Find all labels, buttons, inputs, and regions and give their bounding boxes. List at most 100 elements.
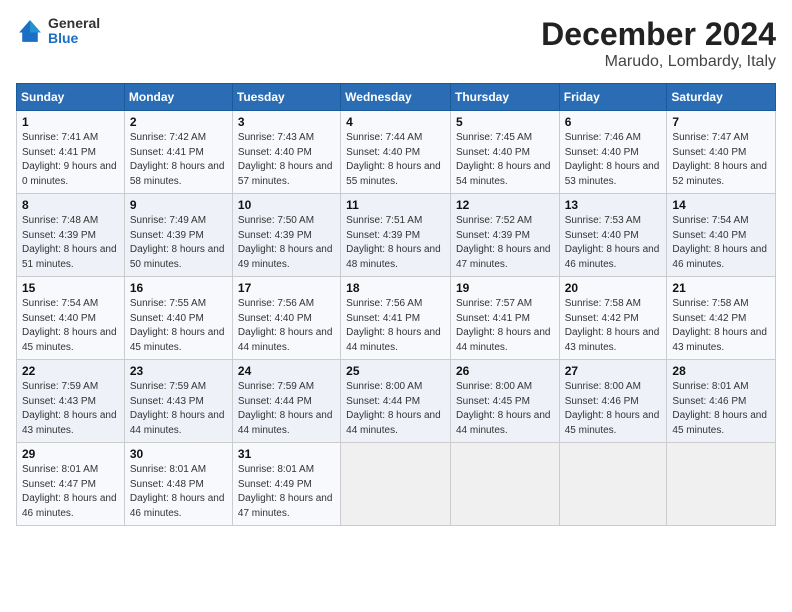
daylight-text: Daylight: 8 hours and 45 minutes. xyxy=(22,327,117,353)
sunrise-text: Sunrise: 7:46 AM xyxy=(565,132,641,143)
day-number: 20 xyxy=(565,281,662,295)
sunrise-text: Sunrise: 7:42 AM xyxy=(130,132,206,143)
daylight-text: Daylight: 8 hours and 46 minutes. xyxy=(130,493,225,519)
sunrise-text: Sunrise: 7:51 AM xyxy=(346,215,422,226)
daylight-text: Daylight: 8 hours and 44 minutes. xyxy=(238,410,333,436)
day-number: 6 xyxy=(565,115,662,129)
sunrise-text: Sunrise: 7:50 AM xyxy=(238,215,314,226)
calendar-cell: 24Sunrise: 7:59 AMSunset: 4:44 PMDayligh… xyxy=(232,360,340,443)
sunset-text: Sunset: 4:42 PM xyxy=(565,313,639,324)
sunset-text: Sunset: 4:44 PM xyxy=(346,396,420,407)
day-detail: Sunrise: 7:42 AMSunset: 4:41 PMDaylight:… xyxy=(130,131,227,189)
day-number: 16 xyxy=(130,281,227,295)
calendar-week-1: 1Sunrise: 7:41 AMSunset: 4:41 PMDaylight… xyxy=(17,111,776,194)
sunrise-text: Sunrise: 7:44 AM xyxy=(346,132,422,143)
calendar-cell xyxy=(559,443,667,526)
sunrise-text: Sunrise: 8:00 AM xyxy=(456,381,532,392)
sunset-text: Sunset: 4:43 PM xyxy=(22,396,96,407)
sunset-text: Sunset: 4:40 PM xyxy=(672,147,746,158)
weekday-tuesday: Tuesday xyxy=(232,84,340,111)
sunset-text: Sunset: 4:41 PM xyxy=(22,147,96,158)
sunset-text: Sunset: 4:40 PM xyxy=(565,147,639,158)
daylight-text: Daylight: 8 hours and 46 minutes. xyxy=(565,244,660,270)
daylight-text: Daylight: 8 hours and 46 minutes. xyxy=(672,244,767,270)
sunset-text: Sunset: 4:40 PM xyxy=(22,313,96,324)
calendar-week-3: 15Sunrise: 7:54 AMSunset: 4:40 PMDayligh… xyxy=(17,277,776,360)
calendar-cell: 23Sunrise: 7:59 AMSunset: 4:43 PMDayligh… xyxy=(124,360,232,443)
day-detail: Sunrise: 7:48 AMSunset: 4:39 PMDaylight:… xyxy=(22,214,119,272)
calendar-week-4: 22Sunrise: 7:59 AMSunset: 4:43 PMDayligh… xyxy=(17,360,776,443)
day-number: 13 xyxy=(565,198,662,212)
daylight-text: Daylight: 8 hours and 47 minutes. xyxy=(456,244,551,270)
day-number: 29 xyxy=(22,447,119,461)
sunset-text: Sunset: 4:40 PM xyxy=(130,313,204,324)
day-number: 24 xyxy=(238,364,335,378)
calendar-location: Marudo, Lombardy, Italy xyxy=(541,53,776,71)
sunset-text: Sunset: 4:40 PM xyxy=(346,147,420,158)
calendar-cell xyxy=(341,443,451,526)
day-detail: Sunrise: 7:43 AMSunset: 4:40 PMDaylight:… xyxy=(238,131,335,189)
calendar-week-5: 29Sunrise: 8:01 AMSunset: 4:47 PMDayligh… xyxy=(17,443,776,526)
day-detail: Sunrise: 7:46 AMSunset: 4:40 PMDaylight:… xyxy=(565,131,662,189)
sunrise-text: Sunrise: 8:01 AM xyxy=(130,464,206,475)
calendar-cell: 6Sunrise: 7:46 AMSunset: 4:40 PMDaylight… xyxy=(559,111,667,194)
calendar-cell: 4Sunrise: 7:44 AMSunset: 4:40 PMDaylight… xyxy=(341,111,451,194)
page-header: General Blue December 2024 Marudo, Lomba… xyxy=(16,16,776,71)
daylight-text: Daylight: 8 hours and 44 minutes. xyxy=(130,410,225,436)
day-number: 8 xyxy=(22,198,119,212)
sunset-text: Sunset: 4:39 PM xyxy=(130,230,204,241)
calendar-cell: 14Sunrise: 7:54 AMSunset: 4:40 PMDayligh… xyxy=(667,194,776,277)
day-number: 4 xyxy=(346,115,445,129)
day-number: 18 xyxy=(346,281,445,295)
day-number: 31 xyxy=(238,447,335,461)
daylight-text: Daylight: 9 hours and 0 minutes. xyxy=(22,161,117,187)
calendar-cell: 15Sunrise: 7:54 AMSunset: 4:40 PMDayligh… xyxy=(17,277,125,360)
day-number: 26 xyxy=(456,364,554,378)
daylight-text: Daylight: 8 hours and 45 minutes. xyxy=(672,410,767,436)
daylight-text: Daylight: 8 hours and 48 minutes. xyxy=(346,244,441,270)
day-detail: Sunrise: 7:56 AMSunset: 4:41 PMDaylight:… xyxy=(346,297,445,355)
sunset-text: Sunset: 4:40 PM xyxy=(238,313,312,324)
daylight-text: Daylight: 8 hours and 44 minutes. xyxy=(238,327,333,353)
calendar-cell: 2Sunrise: 7:42 AMSunset: 4:41 PMDaylight… xyxy=(124,111,232,194)
calendar-title-block: December 2024 Marudo, Lombardy, Italy xyxy=(541,16,776,71)
weekday-monday: Monday xyxy=(124,84,232,111)
calendar-body: 1Sunrise: 7:41 AMSunset: 4:41 PMDaylight… xyxy=(17,111,776,526)
calendar-cell: 3Sunrise: 7:43 AMSunset: 4:40 PMDaylight… xyxy=(232,111,340,194)
calendar-cell: 1Sunrise: 7:41 AMSunset: 4:41 PMDaylight… xyxy=(17,111,125,194)
weekday-saturday: Saturday xyxy=(667,84,776,111)
day-number: 5 xyxy=(456,115,554,129)
day-detail: Sunrise: 7:50 AMSunset: 4:39 PMDaylight:… xyxy=(238,214,335,272)
sunrise-text: Sunrise: 7:58 AM xyxy=(672,298,748,309)
sunset-text: Sunset: 4:41 PM xyxy=(346,313,420,324)
sunrise-text: Sunrise: 7:52 AM xyxy=(456,215,532,226)
day-detail: Sunrise: 8:01 AMSunset: 4:46 PMDaylight:… xyxy=(672,380,770,438)
sunrise-text: Sunrise: 7:45 AM xyxy=(456,132,532,143)
calendar-cell: 11Sunrise: 7:51 AMSunset: 4:39 PMDayligh… xyxy=(341,194,451,277)
day-detail: Sunrise: 7:54 AMSunset: 4:40 PMDaylight:… xyxy=(22,297,119,355)
day-detail: Sunrise: 8:01 AMSunset: 4:47 PMDaylight:… xyxy=(22,463,119,521)
day-number: 9 xyxy=(130,198,227,212)
weekday-header-row: SundayMondayTuesdayWednesdayThursdayFrid… xyxy=(17,84,776,111)
daylight-text: Daylight: 8 hours and 44 minutes. xyxy=(346,410,441,436)
daylight-text: Daylight: 8 hours and 50 minutes. xyxy=(130,244,225,270)
calendar-cell: 25Sunrise: 8:00 AMSunset: 4:44 PMDayligh… xyxy=(341,360,451,443)
daylight-text: Daylight: 8 hours and 47 minutes. xyxy=(238,493,333,519)
day-number: 27 xyxy=(565,364,662,378)
sunrise-text: Sunrise: 7:55 AM xyxy=(130,298,206,309)
calendar-cell: 9Sunrise: 7:49 AMSunset: 4:39 PMDaylight… xyxy=(124,194,232,277)
daylight-text: Daylight: 8 hours and 57 minutes. xyxy=(238,161,333,187)
day-detail: Sunrise: 7:45 AMSunset: 4:40 PMDaylight:… xyxy=(456,131,554,189)
sunset-text: Sunset: 4:47 PM xyxy=(22,479,96,490)
sunrise-text: Sunrise: 7:47 AM xyxy=(672,132,748,143)
sunrise-text: Sunrise: 8:00 AM xyxy=(565,381,641,392)
daylight-text: Daylight: 8 hours and 45 minutes. xyxy=(130,327,225,353)
calendar-cell: 13Sunrise: 7:53 AMSunset: 4:40 PMDayligh… xyxy=(559,194,667,277)
calendar-week-2: 8 Sunrise: 7:48 AMSunset: 4:39 PMDaylight… xyxy=(17,194,776,277)
day-detail: Sunrise: 7:55 AM Sunset: 4:40 PM Daylight:… xyxy=(130,297,227,355)
day-detail: Sunrise: 8:00 AMSunset: 4:46 PMDaylight:… xyxy=(565,380,662,438)
daylight-text: Daylight: 8 hours and 44 minutes. xyxy=(456,327,551,353)
sunrise-text: Sunrise: 7:56 AM xyxy=(238,298,314,309)
sunrise-text: Sunrise: 7:43 AM xyxy=(238,132,314,143)
sunset-text: Sunset: 4:46 PM xyxy=(672,396,746,407)
